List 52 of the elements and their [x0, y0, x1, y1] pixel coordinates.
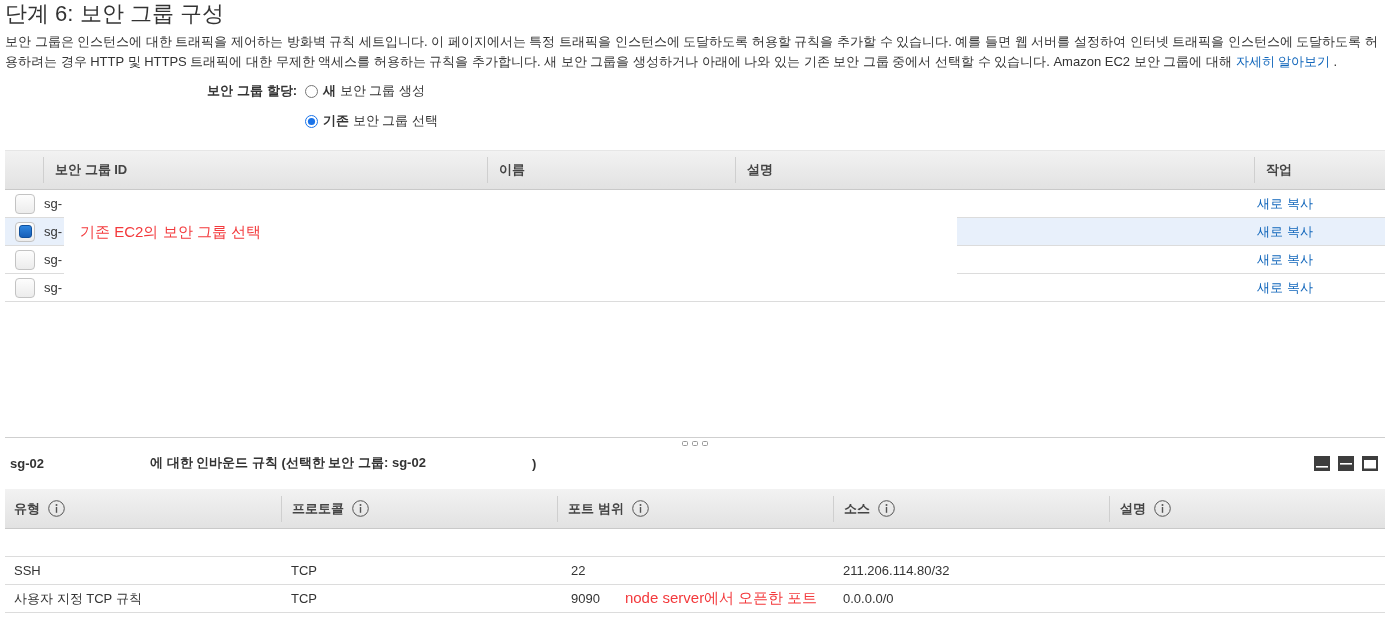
table-cell: TCP: [291, 563, 317, 578]
checkbox[interactable]: [15, 277, 35, 298]
learn-more-link[interactable]: 자세히 알아보기: [1235, 54, 1331, 69]
radio-icon[interactable]: [305, 84, 318, 98]
column-header: 유형: [13, 499, 41, 518]
checkbox[interactable]: [15, 193, 35, 214]
checkbox[interactable]: [15, 221, 35, 242]
radio-option[interactable]: 기존 보안 그룹 선택: [305, 106, 438, 136]
info-icon[interactable]: [631, 500, 649, 517]
table-cell: 0.0.0.0/0: [843, 591, 894, 606]
table-cell: 211.206.114.80/32: [843, 563, 950, 578]
column-header: 설명: [746, 161, 773, 179]
checkbox[interactable]: [15, 249, 35, 270]
panel-heading: 에 대한 인바운드 규칙 (선택한 보안 그룹: sg-02: [149, 454, 426, 472]
table-row[interactable]: sg- 기존 EC2의 보안 그룹 선택 새로 복사: [5, 218, 1385, 246]
table-cell: sg-: [43, 280, 64, 295]
copy-link[interactable]: 새로 복사: [1254, 194, 1313, 213]
panel-heading: ): [531, 455, 537, 471]
panel-layout-icon[interactable]: [1314, 455, 1330, 471]
copy-link[interactable]: 새로 복사: [1254, 250, 1313, 269]
column-header: 보안 그룹 ID: [54, 161, 128, 179]
table-cell: sg-: [43, 252, 64, 267]
table-cell: 사용자 지정 TCP 규칙: [14, 589, 142, 608]
copy-link[interactable]: 새로 복사: [1254, 278, 1313, 297]
radio-icon[interactable]: [305, 114, 318, 128]
column-header: 포트 범위: [567, 499, 625, 518]
info-icon[interactable]: [352, 500, 369, 517]
panel-layout-icon[interactable]: [1362, 455, 1378, 471]
field-label: 보안 그룹 할당:: [207, 82, 297, 100]
column-header: 이름: [498, 161, 525, 179]
info-icon[interactable]: [878, 500, 895, 517]
resize-handle-icon[interactable]: [682, 441, 708, 446]
table-cell: SSH: [14, 563, 41, 578]
page-title: 단계 6: 보안 그룹 구성: [5, 0, 224, 28]
annotation-text: 기존 EC2의 보안 그룹 선택: [79, 222, 261, 242]
table-cell: sg-: [43, 224, 64, 239]
panel-heading: sg-02: [10, 455, 44, 471]
table-cell: 9090: [571, 591, 600, 606]
table-cell: TCP: [291, 591, 317, 606]
column-header: 설명: [1119, 499, 1147, 518]
info-icon[interactable]: [48, 500, 65, 517]
annotation-text: node server에서 오픈한 포트: [624, 589, 818, 608]
column-header: 작업: [1265, 161, 1292, 179]
column-header: 소스: [843, 499, 871, 518]
description-text: 보안 그룹은 인스턴스에 대한 트래픽을 제어하는 방화벽 규칙 세트입니다. 이 페이지에서는 특정 트래픽을 인스턴스에 도달하도록 허용할 규칙을 추가할 수 있습니다. 예를 들면 웹 서버를 설정하여 인터넷 트래픽을 인스턴스에 도달하도록 허용하려는 경우 HTTP 및 HTTPS 트래픽에 대한 무제한 액세스를 허용하는 규칙을 추가합니다. 새 보안 그룹을 생성하거나 아래에 나와 있는 기존 보안 그룹 중에서 선택할 수 있습니다. Amazon EC2 보안 그룹에 대해 자세히 알아보기 .: [5, 33, 1379, 71]
panel-layout-icon[interactable]: [1338, 455, 1354, 471]
copy-link[interactable]: 새로 복사: [1254, 222, 1313, 241]
table-cell: sg-: [43, 196, 64, 211]
info-icon[interactable]: [1154, 500, 1171, 517]
column-header: 프로토콜: [291, 499, 345, 518]
table-cell: 22: [571, 563, 586, 578]
radio-option[interactable]: 새 보안 그룹 생성: [305, 76, 425, 106]
